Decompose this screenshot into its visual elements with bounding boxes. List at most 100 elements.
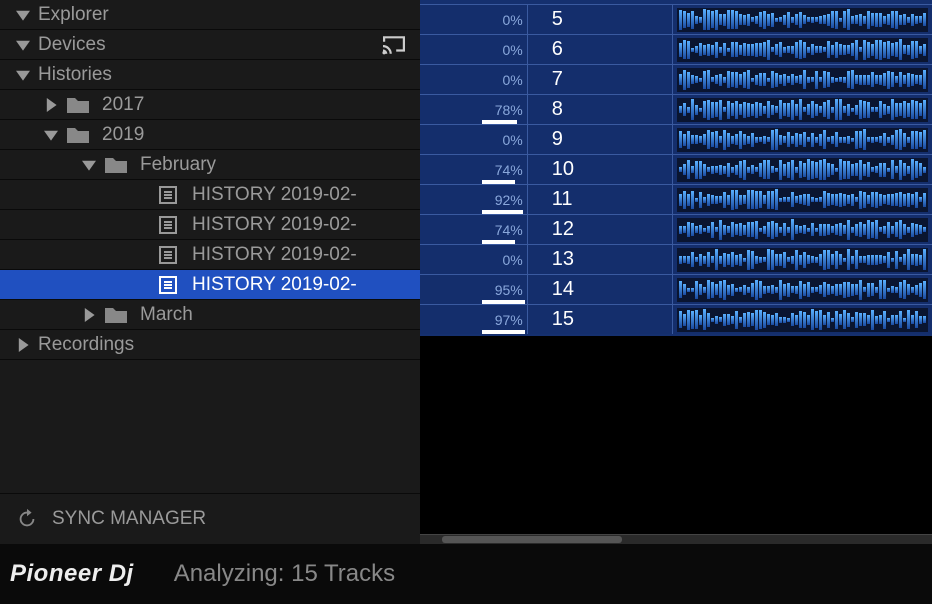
tree-item-explorer[interactable]: Explorer	[0, 0, 420, 30]
track-row[interactable]: 78%8	[420, 94, 932, 124]
tree: Explorer Devices Histories 2017 2019	[0, 0, 420, 493]
track-number: 15	[528, 305, 673, 334]
tree-item-recordings[interactable]: Recordings	[0, 330, 420, 360]
track-row[interactable]: 0%9	[420, 124, 932, 154]
tree-item-february[interactable]: February	[0, 150, 420, 180]
track-number: 5	[528, 5, 673, 34]
tree-item-2019[interactable]: 2019	[0, 120, 420, 150]
playlist-icon	[158, 214, 180, 236]
chevron-right-icon	[80, 306, 98, 324]
chevron-down-icon	[14, 6, 32, 24]
empty-area	[420, 336, 932, 544]
track-row[interactable]: 0%7	[420, 64, 932, 94]
analyze-percent: 74%	[482, 155, 528, 184]
waveform-cell	[677, 97, 928, 123]
waveform-cell	[677, 7, 928, 33]
waveform-cell	[677, 37, 928, 63]
waveform	[677, 278, 928, 302]
chevron-right-icon	[14, 336, 32, 354]
track-number: 14	[528, 275, 673, 304]
tree-label: 2017	[102, 94, 144, 116]
waveform	[677, 128, 928, 152]
tree-label: HISTORY 2019-02-	[192, 184, 357, 206]
waveform-cell	[677, 277, 928, 303]
waveform	[677, 158, 928, 182]
analyze-percent: 0%	[482, 65, 528, 94]
tree-label: Recordings	[38, 334, 134, 356]
tree-label: Explorer	[38, 4, 109, 26]
waveform	[677, 248, 928, 272]
track-row[interactable]: 0%13	[420, 244, 932, 274]
playlist-icon	[158, 244, 180, 266]
waveform	[677, 8, 928, 32]
track-row[interactable]: 97%15	[420, 304, 932, 334]
waveform-cell	[677, 127, 928, 153]
track-row[interactable]: 74%10	[420, 154, 932, 184]
cast-icon[interactable]	[380, 34, 408, 56]
waveform	[677, 218, 928, 242]
tree-item-histories[interactable]: Histories	[0, 60, 420, 90]
track-row[interactable]: 95%14	[420, 274, 932, 304]
track-row[interactable]: 0%5	[420, 4, 932, 34]
scrollbar-thumb[interactable]	[442, 536, 622, 543]
waveform-cell	[677, 307, 928, 333]
track-number: 8	[528, 95, 673, 124]
status-bar: Pioneer Dj Analyzing: 15 Tracks	[0, 544, 932, 604]
tree-label: March	[140, 304, 193, 326]
waveform	[677, 98, 928, 122]
analyze-percent: 78%	[482, 95, 528, 124]
folder-icon	[66, 95, 90, 115]
waveform-cell	[677, 247, 928, 273]
chevron-down-icon	[14, 36, 32, 54]
analyze-percent: 92%	[482, 185, 528, 214]
track-number: 6	[528, 35, 673, 64]
analyze-percent: 97%	[482, 305, 528, 334]
track-number: 11	[528, 185, 673, 214]
pioneer-dj-logo: Pioneer Dj	[10, 560, 134, 588]
folder-icon	[104, 305, 128, 325]
analyze-percent: 0%	[482, 125, 528, 154]
analyze-percent: 95%	[482, 275, 528, 304]
sidebar: Explorer Devices Histories 2017 2019	[0, 0, 420, 544]
tree-item-march[interactable]: March	[0, 300, 420, 330]
tree-label: HISTORY 2019-02-	[192, 214, 357, 236]
track-number: 7	[528, 65, 673, 94]
waveform	[677, 308, 928, 332]
waveform	[677, 188, 928, 212]
track-number: 12	[528, 215, 673, 244]
tree-item-history-selected[interactable]: HISTORY 2019-02-	[0, 270, 420, 300]
track-row[interactable]: 0%6	[420, 34, 932, 64]
horizontal-scrollbar[interactable]	[420, 534, 932, 544]
tree-item-history[interactable]: HISTORY 2019-02-	[0, 210, 420, 240]
chevron-down-icon	[80, 156, 98, 174]
tree-label: February	[140, 154, 216, 176]
sync-manager-button[interactable]: SYNC MANAGER	[0, 493, 420, 544]
waveform-cell	[677, 217, 928, 243]
folder-icon	[66, 125, 90, 145]
tree-label: HISTORY 2019-02-	[192, 244, 357, 266]
waveform	[677, 68, 928, 92]
track-number: 13	[528, 245, 673, 274]
track-row[interactable]: 92%11	[420, 184, 932, 214]
track-row[interactable]: 74%12	[420, 214, 932, 244]
tree-label: Histories	[38, 64, 112, 86]
tree-item-history[interactable]: HISTORY 2019-02-	[0, 180, 420, 210]
chevron-down-icon	[42, 126, 60, 144]
analyze-percent: 74%	[482, 215, 528, 244]
tree-label: HISTORY 2019-02-	[192, 274, 357, 296]
waveform-cell	[677, 67, 928, 93]
waveform	[677, 38, 928, 62]
sync-icon	[16, 508, 38, 530]
waveform-cell	[677, 157, 928, 183]
chevron-right-icon	[42, 96, 60, 114]
waveform-cell	[677, 187, 928, 213]
track-number: 9	[528, 125, 673, 154]
tree-item-history[interactable]: HISTORY 2019-02-	[0, 240, 420, 270]
tree-label: Devices	[38, 34, 106, 56]
tree-item-2017[interactable]: 2017	[0, 90, 420, 120]
analyzing-status: Analyzing: 15 Tracks	[174, 560, 395, 588]
playlist-icon	[158, 274, 180, 296]
sync-manager-label: SYNC MANAGER	[52, 508, 206, 530]
analyze-percent: 0%	[482, 35, 528, 64]
tree-item-devices[interactable]: Devices	[0, 30, 420, 60]
